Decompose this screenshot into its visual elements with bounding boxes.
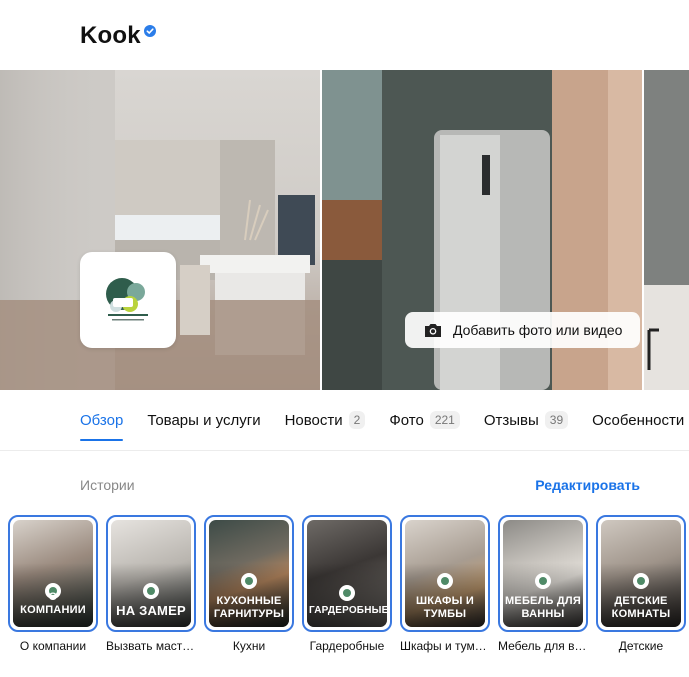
- tab-overview[interactable]: Обзор: [80, 402, 124, 441]
- story-caption: Детские: [618, 639, 664, 653]
- tab-products[interactable]: Товары и услуги: [147, 402, 260, 438]
- story-overlay-text: ШКАФЫ И ТУМБЫ: [416, 595, 474, 620]
- gallery-photo-fridge[interactable]: Добавить фото или видео: [322, 70, 642, 390]
- tabs-divider: [0, 450, 689, 451]
- tab-photos[interactable]: Фото 221: [389, 402, 460, 438]
- story-thumbnail: О КОМПАНИИ: [13, 520, 93, 627]
- edit-stories-link[interactable]: Редактировать: [535, 477, 640, 493]
- tab-overview-label: Обзор: [80, 411, 124, 429]
- story-caption: Гардеробные: [309, 639, 385, 653]
- business-logo[interactable]: [80, 252, 176, 348]
- story-overlay-text: О КОМПАНИИ: [20, 591, 86, 616]
- story-thumbnail: ШКАФЫ И ТУМБЫ: [405, 520, 485, 627]
- photo-gallery[interactable]: Добавить фото или видео: [0, 70, 689, 390]
- story-caption: Кухни: [232, 639, 266, 653]
- add-media-button[interactable]: Добавить фото или видео: [405, 312, 640, 348]
- story-ring: ГАРДЕРОБНЫЕ: [302, 515, 392, 632]
- business-header: Kook: [80, 18, 156, 54]
- story-ring: НА ЗАМЕР: [106, 515, 196, 632]
- tab-features[interactable]: Особенности: [592, 402, 684, 438]
- story-caption: О компании: [19, 639, 87, 653]
- stories-heading: Истории: [80, 477, 135, 493]
- story-thumbnail: МЕБЕЛЬ ДЛЯ ВАННЫ: [503, 520, 583, 627]
- story-overlay-text: НА ЗАМЕР: [116, 603, 186, 618]
- tab-news-label: Новости: [284, 411, 343, 429]
- section-tabs: Обзор Товары и услуги Новости 2 Фото 221…: [80, 400, 689, 441]
- story-thumbnail: КУХОННЫЕ ГАРНИТУРЫ: [209, 520, 289, 627]
- story-about[interactable]: О КОМПАНИИ О компании: [8, 515, 98, 653]
- story-caption: Вызвать мастера: [106, 639, 196, 653]
- story-overlay-text: МЕБЕЛЬ ДЛЯ ВАННЫ: [505, 595, 581, 620]
- gallery-photo-partial[interactable]: [644, 70, 689, 390]
- story-measure[interactable]: НА ЗАМЕР Вызвать мастера: [106, 515, 196, 653]
- story-cabinets[interactable]: ШКАФЫ И ТУМБЫ Шкафы и тумбы: [400, 515, 490, 653]
- tab-news[interactable]: Новости 2: [285, 402, 366, 438]
- verified-icon: [143, 25, 156, 37]
- story-ring: КУХОННЫЕ ГАРНИТУРЫ: [204, 515, 294, 632]
- story-ring: ШКАФЫ И ТУМБЫ: [400, 515, 490, 632]
- story-thumbnail: ГАРДЕРОБНЫЕ: [307, 520, 387, 627]
- story-caption: Шкафы и тумбы: [400, 639, 490, 653]
- tab-reviews-label: Отзывы: [483, 411, 539, 429]
- tab-reviews-count: 39: [544, 411, 569, 429]
- tab-products-label: Товары и услуги: [147, 411, 261, 429]
- story-overlay-text: КУХОННЫЕ ГАРНИТУРЫ: [213, 595, 285, 620]
- story-ring: О КОМПАНИИ: [8, 515, 98, 632]
- story-overlay-text: ДЕТСКИЕ КОМНАТЫ: [611, 595, 671, 620]
- tab-news-count: 2: [348, 411, 366, 429]
- story-ring: МЕБЕЛЬ ДЛЯ ВАННЫ: [498, 515, 588, 632]
- kook-logo-icon: [106, 278, 148, 321]
- partial-photo-image: [644, 70, 689, 390]
- story-logo-badge: [241, 573, 257, 589]
- story-logo-badge: [437, 573, 453, 589]
- story-kids-rooms[interactable]: ДЕТСКИЕ КОМНАТЫ Детские: [596, 515, 686, 653]
- story-caption: Мебель для ванны: [498, 639, 588, 653]
- story-logo-badge: [535, 573, 551, 589]
- story-kitchens[interactable]: КУХОННЫЕ ГАРНИТУРЫ Кухни: [204, 515, 294, 653]
- story-logo-badge: [339, 585, 355, 601]
- add-media-label: Добавить фото или видео: [453, 322, 623, 338]
- tab-reviews[interactable]: Отзывы 39: [483, 402, 569, 438]
- tab-photos-label: Фото: [389, 411, 424, 429]
- stories-list: О КОМПАНИИ О компании НА ЗАМЕР Вызвать м…: [8, 515, 689, 653]
- story-bath-furniture[interactable]: МЕБЕЛЬ ДЛЯ ВАННЫ Мебель для ванны: [498, 515, 588, 653]
- story-logo-badge: [143, 583, 159, 599]
- gallery-photo-kitchen[interactable]: [0, 70, 320, 390]
- tab-photos-count: 221: [429, 411, 460, 429]
- story-ring: ДЕТСКИЕ КОМНАТЫ: [596, 515, 686, 632]
- business-title: Kook: [80, 22, 141, 49]
- camera-icon: [425, 324, 441, 337]
- story-overlay-text: ГАРДЕРОБНЫЕ: [309, 605, 387, 616]
- tab-features-label: Особенности: [592, 411, 685, 429]
- story-thumbnail: ДЕТСКИЕ КОМНАТЫ: [601, 520, 681, 627]
- story-thumbnail: НА ЗАМЕР: [111, 520, 191, 627]
- story-wardrobes[interactable]: ГАРДЕРОБНЫЕ Гардеробные: [302, 515, 392, 653]
- story-logo-badge: [633, 573, 649, 589]
